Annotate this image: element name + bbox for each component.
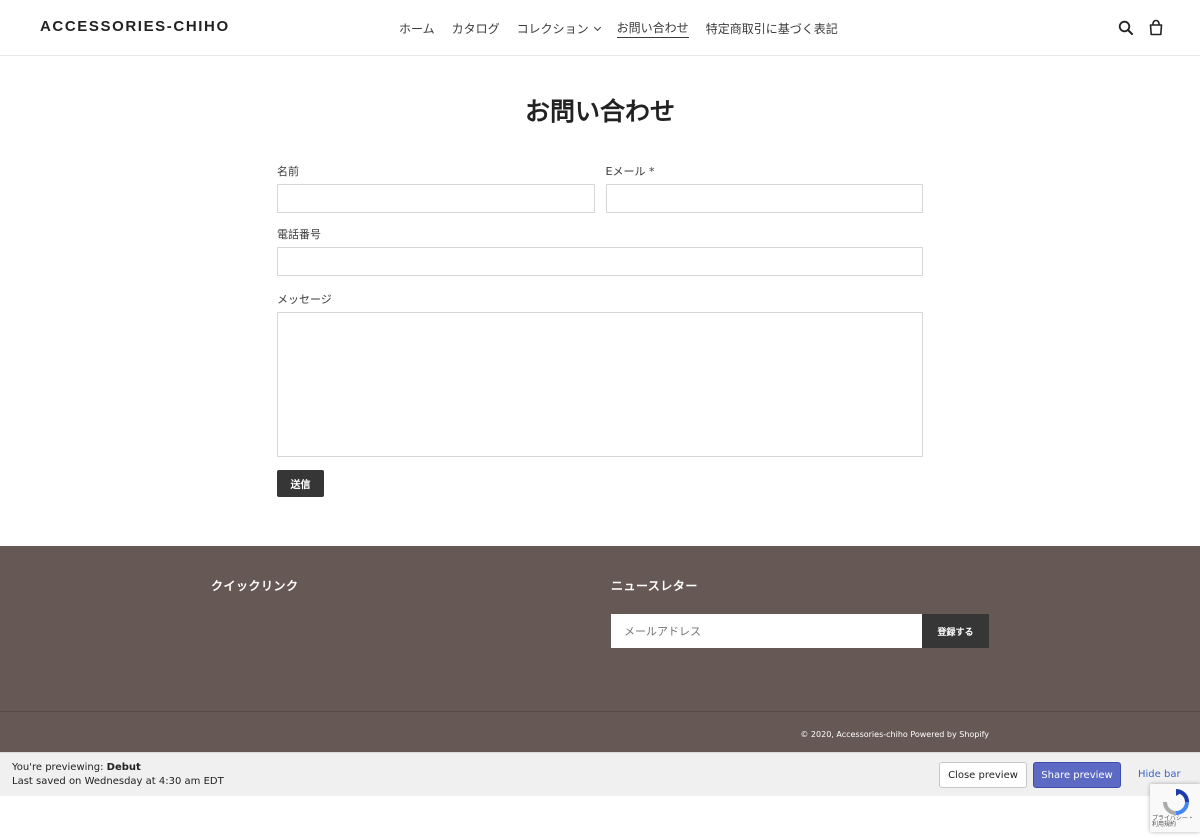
newsletter-heading: ニュースレター (611, 579, 698, 593)
previewing-prefix: You're previewing: (12, 762, 107, 773)
nav-item-contact[interactable]: お問い合わせ (616, 19, 689, 38)
email-input[interactable] (605, 184, 923, 213)
email-label: Eメール * (605, 165, 655, 178)
page-title: お問い合わせ (524, 97, 675, 126)
submit-button[interactable]: 送信 (277, 470, 324, 497)
phone-label: 電話番号 (277, 228, 321, 241)
recaptcha-icon (1163, 789, 1189, 815)
name-label: 名前 (277, 165, 299, 178)
header-icons (1118, 19, 1164, 37)
contact-form: 名前 Eメール * 電話番号 メッセージ 送信 (277, 163, 923, 497)
nav-item-label: ホーム (399, 22, 435, 36)
newsletter-email-input[interactable] (611, 614, 922, 648)
chevron-down-icon (593, 23, 601, 31)
site-logo[interactable]: ACCESSORIES-CHIHO (40, 18, 230, 35)
close-preview-button[interactable]: Close preview (939, 762, 1027, 788)
nav-item-legal-notice[interactable]: 特定商取引に基づく表記 (706, 19, 838, 38)
copyright-text: © 2020, Accessories-chiho Powered by Sho… (800, 730, 989, 739)
subscribe-button[interactable]: 登録する (922, 614, 989, 648)
nav-item-label: コレクション (516, 22, 589, 36)
nav-item-label: お問い合わせ (616, 19, 689, 38)
search-icon[interactable] (1118, 19, 1134, 37)
site-footer: クイックリンク ニュースレター 登録する © 2020, Accessories… (0, 546, 1200, 752)
recaptcha-text: プライバシー・ 利用規約 (1152, 816, 1194, 828)
nav-item-label: カタログ (451, 22, 500, 36)
main-nav: ホーム カタログ コレクション お問い合わせ 特定商取引に基づく表記 (399, 19, 838, 38)
phone-input[interactable] (277, 247, 923, 276)
recaptcha-terms: 利用規約 (1152, 821, 1177, 828)
footer-divider (0, 711, 1200, 712)
message-textarea[interactable] (277, 312, 923, 457)
name-input[interactable] (277, 184, 595, 213)
theme-preview-bar: You're previewing: Debut Last saved on W… (0, 752, 1200, 796)
nav-item-label: 特定商取引に基づく表記 (705, 22, 838, 36)
nav-item-collection[interactable]: コレクション (516, 19, 601, 38)
share-preview-button[interactable]: Share preview (1033, 762, 1121, 788)
theme-name: Debut (106, 762, 141, 773)
previewing-text: You're previewing: Debut (12, 762, 141, 773)
message-label: メッセージ (277, 293, 332, 306)
quicklinks-heading: クイックリンク (211, 579, 299, 593)
hide-bar-link[interactable]: Hide bar (1138, 769, 1181, 780)
cart-icon[interactable] (1148, 19, 1164, 37)
last-saved-text: Last saved on Wednesday at 4:30 am EDT (12, 776, 224, 787)
site-header: ACCESSORIES-CHIHO ホーム カタログ コレクション お問い合わせ… (0, 0, 1200, 56)
newsletter-form: 登録する (611, 614, 989, 648)
nav-item-home[interactable]: ホーム (399, 19, 435, 38)
recaptcha-badge[interactable]: プライバシー・ 利用規約 (1150, 784, 1200, 832)
nav-item-catalog[interactable]: カタログ (452, 19, 500, 38)
